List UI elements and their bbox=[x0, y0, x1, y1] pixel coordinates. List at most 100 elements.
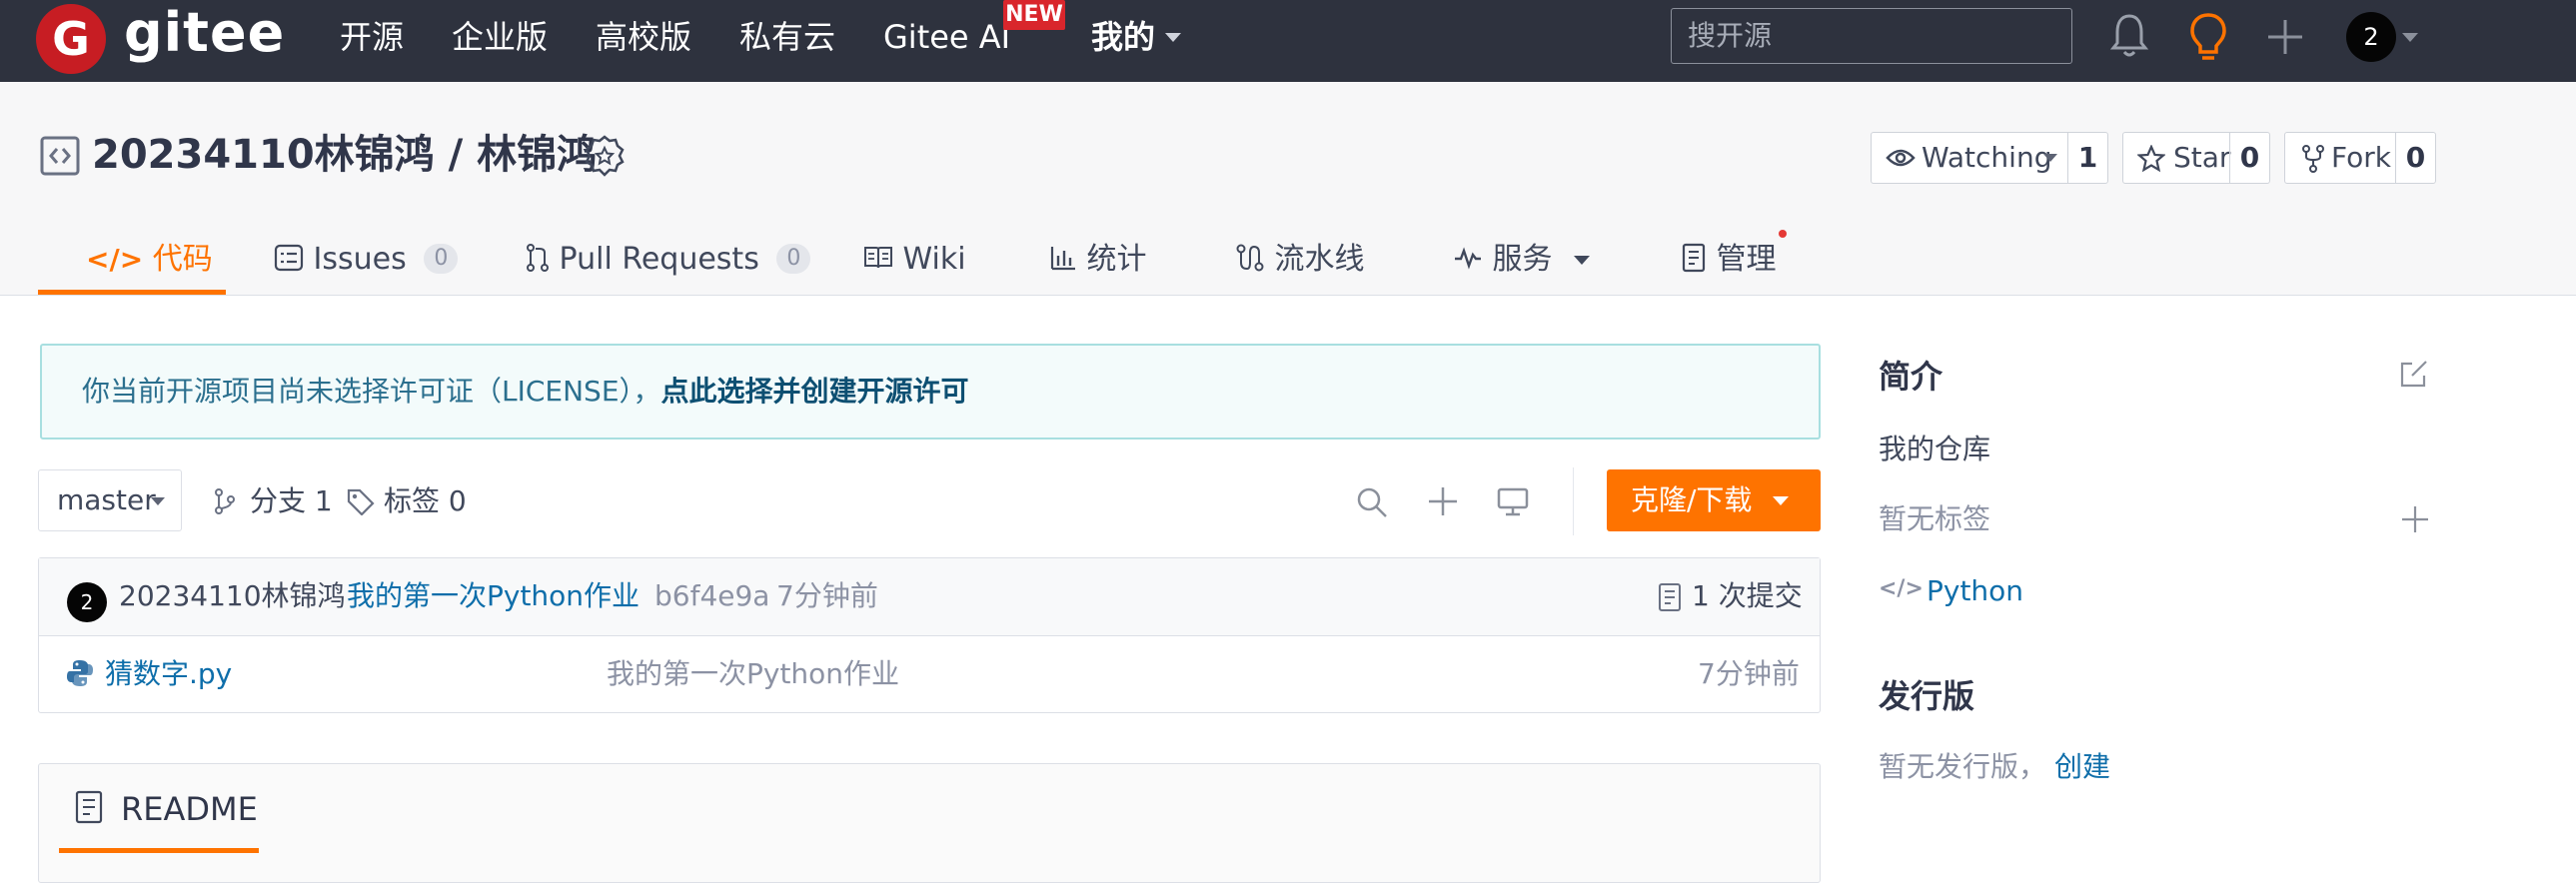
no-tags-text: 暂无标签 bbox=[1879, 502, 1991, 535]
tag-icon bbox=[347, 488, 375, 515]
search-input[interactable]: 搜开源 bbox=[1671, 8, 2072, 64]
nav-item-mine[interactable]: 我的 bbox=[1091, 14, 1155, 60]
tab-statistics-label: 统计 bbox=[1086, 242, 1147, 277]
star-button[interactable]: Star 0 bbox=[2122, 132, 2270, 184]
document-manage-icon bbox=[1682, 243, 1706, 272]
eye-icon bbox=[1886, 149, 1916, 167]
tab-code[interactable]: </> 代码 bbox=[86, 224, 213, 296]
add-tag-icon[interactable] bbox=[2400, 504, 2430, 534]
tab-pipeline[interactable]: 流水线 bbox=[1235, 224, 1365, 296]
chevron-down-icon bbox=[1165, 33, 1181, 42]
award-icon[interactable] bbox=[584, 134, 626, 178]
tab-manage-label: 管理 bbox=[1716, 242, 1777, 277]
plus-icon[interactable] bbox=[2266, 18, 2304, 56]
add-file-icon[interactable] bbox=[1427, 485, 1459, 517]
nav-item-gitee-ai[interactable]: Gitee AI bbox=[883, 14, 1010, 60]
nav-item-private-cloud[interactable]: 私有云 bbox=[739, 14, 835, 60]
license-text: 你当前开源项目尚未选择许可证（LICENSE）， bbox=[82, 375, 661, 408]
bar-chart-icon bbox=[1050, 246, 1075, 270]
branch-select[interactable]: master bbox=[38, 469, 182, 531]
gitee-logo-icon[interactable]: G bbox=[36, 4, 106, 74]
fork-count[interactable]: 0 bbox=[2395, 133, 2435, 183]
readme-icon bbox=[75, 790, 103, 824]
star-label: Star bbox=[2173, 141, 2231, 174]
monitor-icon[interactable] bbox=[1497, 485, 1529, 517]
toolbar-divider bbox=[1573, 467, 1574, 535]
file-commit-message[interactable]: 我的第一次Python作业 bbox=[607, 654, 899, 694]
repo-code-icon bbox=[40, 136, 80, 176]
fork-icon bbox=[2302, 145, 2324, 173]
readme-panel: README bbox=[38, 763, 1821, 883]
chevron-down-icon bbox=[2043, 154, 2057, 162]
tab-statistics[interactable]: 统计 bbox=[1049, 224, 1147, 296]
tab-pipeline-label: 流水线 bbox=[1274, 242, 1365, 277]
nav-item-education[interactable]: 高校版 bbox=[596, 14, 691, 60]
file-time: 7分钟前 bbox=[1698, 657, 1800, 690]
fork-label: Fork bbox=[2331, 141, 2391, 174]
user-avatar[interactable]: 2 bbox=[2346, 12, 2396, 62]
tab-issues-label: Issues bbox=[313, 242, 407, 277]
top-navbar: G gitee 开源 企业版 高校版 私有云 Gitee AI NEW 我的 搜… bbox=[0, 0, 2576, 82]
file-list: 2 20234110林锦鸿 我的第一次Python作业 b6f4e9a 7分钟前… bbox=[38, 557, 1821, 713]
notification-dot bbox=[1779, 230, 1787, 238]
search-placeholder: 搜开源 bbox=[1688, 19, 1773, 52]
tab-pull-requests[interactable]: Pull Requests 0 bbox=[526, 224, 811, 296]
tags-link[interactable]: 标签 0 bbox=[384, 477, 467, 525]
issues-count: 0 bbox=[424, 243, 459, 274]
watching-button[interactable]: Watching 1 bbox=[1871, 132, 2108, 184]
commit-author-avatar[interactable]: 2 bbox=[67, 582, 107, 622]
logo-text[interactable]: gitee bbox=[124, 2, 285, 64]
python-file-icon bbox=[67, 660, 93, 686]
bell-icon[interactable] bbox=[2108, 12, 2150, 60]
tab-pull-requests-label: Pull Requests bbox=[559, 242, 759, 277]
tab-wiki-label: Wiki bbox=[902, 242, 966, 277]
commit-count[interactable]: 1 次提交 bbox=[1692, 576, 1803, 616]
nav-item-open-source[interactable]: 开源 bbox=[340, 14, 404, 60]
pulse-icon bbox=[1455, 246, 1481, 270]
watching-label: Watching bbox=[1922, 141, 2052, 174]
readme-tab-indicator bbox=[59, 848, 259, 853]
clone-download-button[interactable]: 克隆/下载 bbox=[1607, 469, 1821, 531]
pipeline-icon bbox=[1236, 244, 1264, 271]
active-tab-indicator bbox=[38, 290, 226, 295]
commits-icon bbox=[1659, 583, 1681, 611]
tab-manage[interactable]: 管理 bbox=[1681, 224, 1777, 296]
license-link[interactable]: 点此选择并创建开源许可 bbox=[661, 375, 969, 408]
readme-title[interactable]: README bbox=[121, 784, 258, 834]
branch-icon bbox=[215, 488, 235, 514]
clone-label: 克隆/下载 bbox=[1631, 483, 1753, 516]
fork-button[interactable]: Fork 0 bbox=[2284, 132, 2436, 184]
tab-code-label: 代码 bbox=[152, 242, 213, 277]
language-code-icon: </> bbox=[1879, 576, 1924, 601]
issues-icon bbox=[274, 244, 304, 271]
edit-icon[interactable] bbox=[2398, 358, 2430, 390]
logo-letter: G bbox=[52, 12, 90, 66]
no-release-text: 暂无发行版， bbox=[1879, 750, 2047, 783]
commit-author[interactable]: 20234110林锦鸿 bbox=[119, 576, 346, 616]
pull-requests-count: 0 bbox=[776, 243, 811, 274]
branches-link[interactable]: 分支 1 bbox=[250, 477, 333, 525]
commit-hash[interactable]: b6f4e9a bbox=[654, 576, 769, 616]
tab-wiki[interactable]: Wiki bbox=[863, 224, 966, 296]
create-release-link[interactable]: 创建 bbox=[2054, 745, 2110, 789]
pull-request-icon bbox=[527, 243, 549, 272]
lightbulb-icon[interactable] bbox=[2188, 12, 2228, 62]
star-count[interactable]: 0 bbox=[2229, 133, 2269, 183]
repo-title[interactable]: 20234110林锦鸿 / 林锦鸿 bbox=[92, 130, 597, 180]
watching-count[interactable]: 1 bbox=[2067, 133, 2107, 183]
star-icon bbox=[2137, 145, 2165, 173]
sidebar-release-title: 发行版 bbox=[1879, 677, 1975, 715]
repo-header: 20234110林锦鸿 / 林锦鸿 Watching 1 Star 0 Fork… bbox=[0, 82, 2576, 296]
chevron-down-icon bbox=[151, 497, 165, 505]
tab-issues[interactable]: Issues 0 bbox=[274, 224, 459, 296]
language-link[interactable]: Python bbox=[1927, 569, 2023, 613]
chevron-down-icon[interactable] bbox=[2402, 33, 2418, 42]
search-icon[interactable] bbox=[1355, 485, 1389, 519]
new-badge: NEW bbox=[1003, 0, 1065, 30]
commit-message[interactable]: 我的第一次Python作业 bbox=[347, 576, 640, 616]
license-alert: 你当前开源项目尚未选择许可证（LICENSE），点此选择并创建开源许可 bbox=[40, 344, 1821, 440]
commit-time: 7分钟前 bbox=[776, 579, 878, 612]
file-name[interactable]: 猜数字.py bbox=[105, 654, 232, 694]
tab-services[interactable]: 服务 bbox=[1453, 224, 1591, 296]
nav-item-enterprise[interactable]: 企业版 bbox=[452, 14, 548, 60]
